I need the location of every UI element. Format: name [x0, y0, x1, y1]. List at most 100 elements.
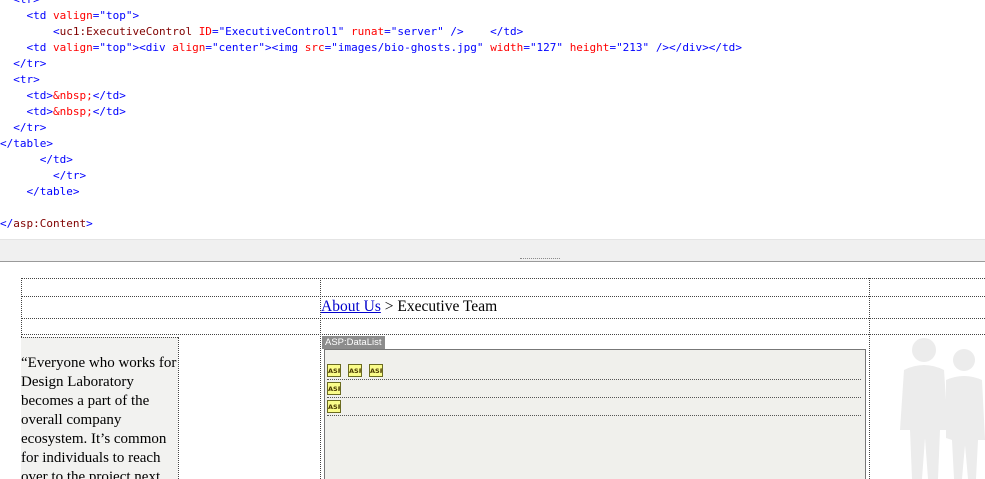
- code-token: <: [0, 0, 20, 6]
- asp-control-icon[interactable]: ASP: [348, 364, 362, 377]
- code-token: table: [13, 137, 47, 150]
- asp-control-icon[interactable]: ASP: [327, 382, 341, 395]
- table-border-top: [21, 278, 985, 279]
- breadcrumb-link-about-us[interactable]: About Us: [321, 298, 381, 315]
- code-token: "ExecutiveControl1": [218, 25, 345, 38]
- code-token: </: [39, 153, 53, 166]
- code-line[interactable]: <tr>: [0, 0, 40, 8]
- bio-ghosts-image[interactable]: [890, 330, 985, 479]
- breadcrumb: About Us > Executive Team: [321, 298, 497, 318]
- code-token: td: [503, 25, 517, 38]
- datalist-row[interactable]: ASP: [327, 398, 861, 416]
- code-line[interactable]: <td valign="top">: [0, 8, 140, 24]
- quote-line: ecosystem. It’s common: [21, 431, 167, 447]
- code-token: />: [450, 25, 464, 38]
- split-view-divider[interactable]: [0, 239, 985, 262]
- source-code-editor[interactable]: <tr> <td valign="top"> <uc1:ExecutiveCon…: [0, 0, 985, 239]
- datalist-row[interactable]: ASP: [327, 380, 861, 398]
- code-token: >: [72, 185, 80, 198]
- code-token: valign: [53, 9, 93, 22]
- code-token: tr: [66, 169, 80, 182]
- code-token: </: [13, 57, 27, 70]
- code-line[interactable]: </asp:Content>: [0, 216, 93, 232]
- code-line[interactable]: </table>: [0, 184, 80, 200]
- code-token: >: [33, 0, 40, 6]
- code-token: td: [106, 89, 120, 102]
- quote-line: over to the project next: [21, 469, 161, 479]
- code-token: </: [0, 217, 14, 230]
- code-token: >: [735, 41, 742, 54]
- code-line[interactable]: <td>&nbsp;</td>: [0, 88, 126, 104]
- datalist-row[interactable]: ASP ASP ASP: [327, 362, 861, 380]
- code-token: </: [490, 25, 504, 38]
- code-line[interactable]: </tr>: [0, 56, 46, 72]
- code-token: =: [523, 41, 530, 54]
- executive-quote-text[interactable]: “Everyone who works for Design Laboratory…: [21, 354, 181, 479]
- code-token: td: [33, 9, 47, 22]
- code-token: div: [682, 41, 703, 54]
- code-token: valign: [53, 41, 93, 54]
- code-token: tr: [26, 57, 40, 70]
- splitter-grip-icon[interactable]: [520, 258, 560, 259]
- code-token: td: [33, 41, 47, 54]
- code-token: tr: [19, 73, 34, 86]
- code-token: =: [384, 25, 391, 38]
- code-token: img: [278, 41, 299, 54]
- code-token: div: [145, 41, 166, 54]
- asp-control-icon[interactable]: ASP: [327, 400, 341, 413]
- code-token: "images/bio-ghosts.jpg": [331, 41, 484, 54]
- code-line[interactable]: </table>: [0, 136, 53, 152]
- code-line[interactable]: </tr>: [0, 168, 86, 184]
- code-token: tr: [20, 0, 33, 6]
- code-token: table: [39, 185, 73, 198]
- table-column-divider: [869, 278, 870, 479]
- code-token: >: [46, 137, 53, 150]
- code-token: /></: [655, 41, 683, 54]
- code-line[interactable]: </tr>: [0, 120, 46, 136]
- asp-control-icon[interactable]: ASP: [369, 364, 383, 377]
- breadcrumb-separator: >: [380, 298, 398, 315]
- datalist-control[interactable]: ASP ASP ASP ASP ASP: [324, 349, 866, 479]
- code-line[interactable]: <uc1:ExecutiveControl ID="ExecutiveContr…: [0, 24, 523, 40]
- code-token: <: [52, 25, 60, 38]
- code-line[interactable]: <td valign="top"><div align="center"><im…: [0, 40, 742, 56]
- code-token: td: [33, 89, 47, 102]
- code-token: "top": [99, 41, 133, 54]
- datalist-control-tag[interactable]: ASP:DataList: [322, 336, 385, 349]
- code-token: >: [79, 169, 87, 182]
- code-token: </: [26, 185, 40, 198]
- code-line[interactable]: <tr>: [0, 72, 40, 88]
- code-token: ><: [132, 41, 146, 54]
- code-line[interactable]: <td>&nbsp;</td>: [0, 104, 126, 120]
- code-token: >: [46, 89, 53, 102]
- quote-line: for individuals to reach: [21, 450, 161, 466]
- code-token: >: [86, 217, 93, 230]
- code-token: >: [46, 105, 53, 118]
- code-line[interactable]: </td>: [0, 152, 73, 168]
- code-token: &nbsp;: [53, 105, 93, 118]
- asp-control-icon[interactable]: ASP: [327, 364, 341, 377]
- design-surface[interactable]: About Us > Executive Team “Everyone who …: [0, 262, 985, 479]
- code-token: src: [304, 41, 325, 54]
- code-token: </: [92, 89, 106, 102]
- code-token: &nbsp;: [53, 89, 93, 102]
- code-token: </: [52, 169, 67, 182]
- code-token: "213": [616, 41, 650, 54]
- quote-line: becomes a part of the: [21, 393, 150, 409]
- code-token: "server": [390, 25, 444, 38]
- code-token: >: [119, 89, 126, 102]
- code-token: uc1:ExecutiveControl: [59, 25, 193, 38]
